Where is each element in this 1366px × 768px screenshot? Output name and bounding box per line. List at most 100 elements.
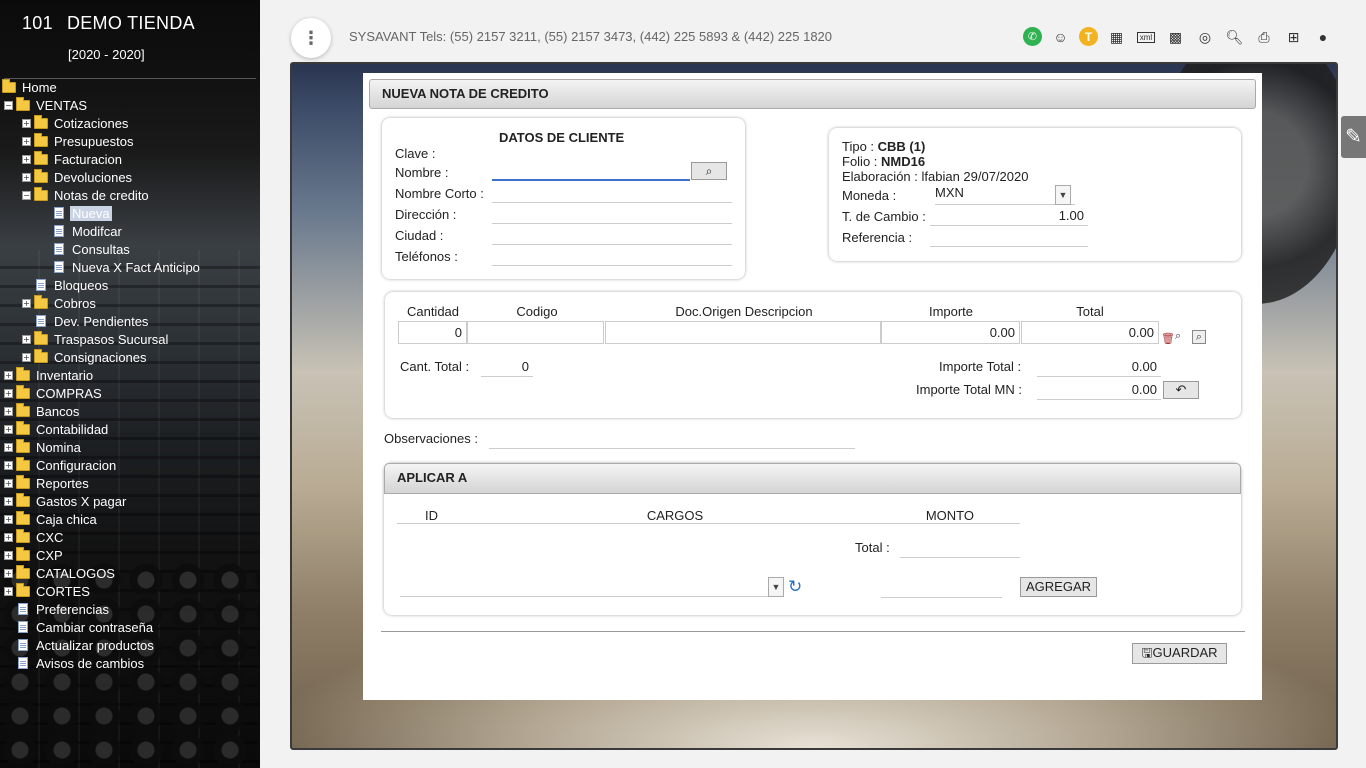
sidebar-item[interactable]: + CATALOGOS [4, 564, 117, 582]
expand-icon[interactable]: + [4, 460, 13, 470]
sidebar-item[interactable]: + Traspasos Sucursal [22, 330, 170, 348]
sidebar-item[interactable]: + Reportes [4, 474, 91, 492]
user-icon[interactable]: ● [1312, 27, 1334, 47]
sidebar-item[interactable]: Bloqueos [22, 276, 110, 294]
sidebar-item-label: Caja chica [36, 511, 97, 527]
sidebar-item[interactable]: + Nomina [4, 438, 83, 456]
chevron-down-icon[interactable]: ▼ [768, 577, 784, 597]
expand-icon[interactable]: + [22, 172, 31, 182]
telefonos-input[interactable] [492, 246, 732, 266]
sidebar-item-label: Cobros [54, 295, 96, 311]
expand-icon[interactable]: + [4, 478, 13, 488]
moneda-select[interactable]: MXN [935, 185, 1075, 205]
sidebar-item[interactable]: Preferencias [4, 600, 111, 618]
sidebar-item[interactable]: Actualizar productos [4, 636, 156, 654]
magnify-icon[interactable]: ⌕ [1175, 330, 1181, 343]
trash-icon[interactable]: 🗑︎ [1161, 332, 1175, 345]
sidebar-item[interactable]: + Consignaciones [22, 348, 149, 366]
whatsapp-icon[interactable]: ✆ [1023, 27, 1042, 46]
expand-icon[interactable]: + [4, 370, 13, 380]
expand-icon[interactable]: + [22, 334, 31, 344]
print-icon[interactable]: ⎙ [1253, 27, 1275, 47]
expand-icon[interactable]: + [22, 118, 31, 128]
xml-icon[interactable]: xml [1135, 27, 1157, 47]
expand-icon[interactable]: + [22, 298, 31, 308]
sidebar-item[interactable]: Home [2, 78, 59, 96]
new-window-icon[interactable]: ⊞ [1283, 27, 1305, 47]
sidebar-item[interactable]: Modifcar [40, 222, 124, 240]
sidebar-item[interactable]: + CXP [4, 546, 65, 564]
sidebar-item[interactable]: + Gastos X pagar [4, 492, 128, 510]
sidebar-item[interactable]: Nueva X Fact Anticipo [40, 258, 202, 276]
total-input[interactable] [1021, 321, 1159, 344]
chevron-down-icon[interactable]: ▼ [1055, 185, 1071, 205]
sidebar-item[interactable]: + Cotizaciones [22, 114, 130, 132]
collapse-icon[interactable]: − [22, 190, 31, 200]
apply-card: APLICAR A ID CARGOS MONTO Total : ▼ ↻ AG… [384, 463, 1241, 615]
sidebar-item[interactable]: + Bancos [4, 402, 81, 420]
dashboard-icon[interactable]: ▦ [1106, 27, 1128, 47]
expand-icon[interactable]: + [4, 550, 13, 560]
sidebar-item[interactable]: Avisos de cambios [4, 654, 146, 672]
sidebar-item-label: Nueva X Fact Anticipo [72, 259, 200, 275]
undo-button[interactable]: ↶ [1163, 381, 1199, 399]
importe-input[interactable] [881, 321, 1020, 344]
agregar-button[interactable]: AGREGAR [1020, 577, 1097, 597]
sidebar-item[interactable]: Dev. Pendientes [22, 312, 150, 330]
codigo-input[interactable] [467, 321, 604, 344]
ciudad-input[interactable] [492, 225, 732, 245]
client-search-button[interactable]: ⌕ [691, 162, 727, 180]
sidebar-item[interactable]: + CORTES [4, 582, 92, 600]
sidebar-item[interactable]: + Devoluciones [22, 168, 134, 186]
sidebar-item[interactable]: + Caja chica [4, 510, 99, 528]
wrench-icon[interactable]: ✎ [1341, 116, 1366, 158]
expand-icon[interactable]: + [22, 352, 31, 362]
expand-icon[interactable]: + [22, 154, 31, 164]
nombre-input[interactable] [492, 161, 690, 181]
sidebar-item[interactable]: − Notas de credito [22, 186, 151, 204]
expand-icon[interactable]: + [4, 388, 13, 398]
cantidad-input[interactable] [398, 321, 467, 344]
target-icon[interactable]: ◎ [1194, 27, 1216, 47]
sidebar-item[interactable]: Consultas [40, 240, 132, 258]
expand-icon[interactable]: + [4, 424, 13, 434]
sidebar-item[interactable]: + Cobros [22, 294, 98, 312]
expand-icon[interactable]: + [4, 442, 13, 452]
referencia-input[interactable] [930, 227, 1088, 247]
search-report-icon[interactable]: 🔍︎ [1224, 27, 1246, 47]
sidebar-item[interactable]: Nueva [40, 204, 112, 222]
expand-icon[interactable]: + [4, 568, 13, 578]
sidebar-item[interactable]: + Presupuestos [22, 132, 136, 150]
direccion-input[interactable] [492, 204, 732, 224]
expand-icon[interactable]: + [4, 514, 13, 524]
sidebar-item[interactable]: − VENTAS [4, 96, 89, 114]
apply-total-input [900, 538, 1020, 558]
document-icon [54, 207, 64, 219]
sidebar-item[interactable]: + Inventario [4, 366, 95, 384]
search-icon[interactable]: ⌕ [1192, 330, 1206, 344]
user-t-icon[interactable]: T [1079, 27, 1098, 46]
cargos-select[interactable] [400, 577, 784, 597]
observaciones-input[interactable] [489, 429, 855, 449]
expand-icon[interactable]: + [4, 406, 13, 416]
refresh-icon[interactable]: ↻ [788, 577, 802, 597]
expand-icon[interactable]: + [22, 136, 31, 146]
descripcion-input[interactable] [605, 321, 881, 344]
guardar-button[interactable]: 🖫︎GUARDAR [1132, 643, 1227, 664]
support-icon[interactable]: ☺ [1050, 27, 1072, 47]
sidebar-item[interactable]: + Facturacion [22, 150, 124, 168]
sidebar-item[interactable]: + CXC [4, 528, 65, 546]
nombre-corto-input[interactable] [492, 183, 732, 203]
collapse-icon[interactable]: − [4, 100, 13, 110]
sidebar-item[interactable]: Cambiar contraseña [4, 618, 155, 636]
tcambio-input[interactable] [930, 206, 1088, 226]
expand-icon[interactable]: + [4, 586, 13, 596]
expand-icon[interactable]: + [4, 532, 13, 542]
menu-button[interactable]: ⋮ [291, 18, 331, 58]
sidebar-item[interactable]: + COMPRAS [4, 384, 104, 402]
sidebar-item[interactable]: + Configuracion [4, 456, 118, 474]
sidebar-item[interactable]: + Contabilidad [4, 420, 110, 438]
monto-input[interactable] [881, 578, 1002, 598]
qr-icon[interactable]: ▩ [1165, 27, 1187, 47]
expand-icon[interactable]: + [4, 496, 13, 506]
